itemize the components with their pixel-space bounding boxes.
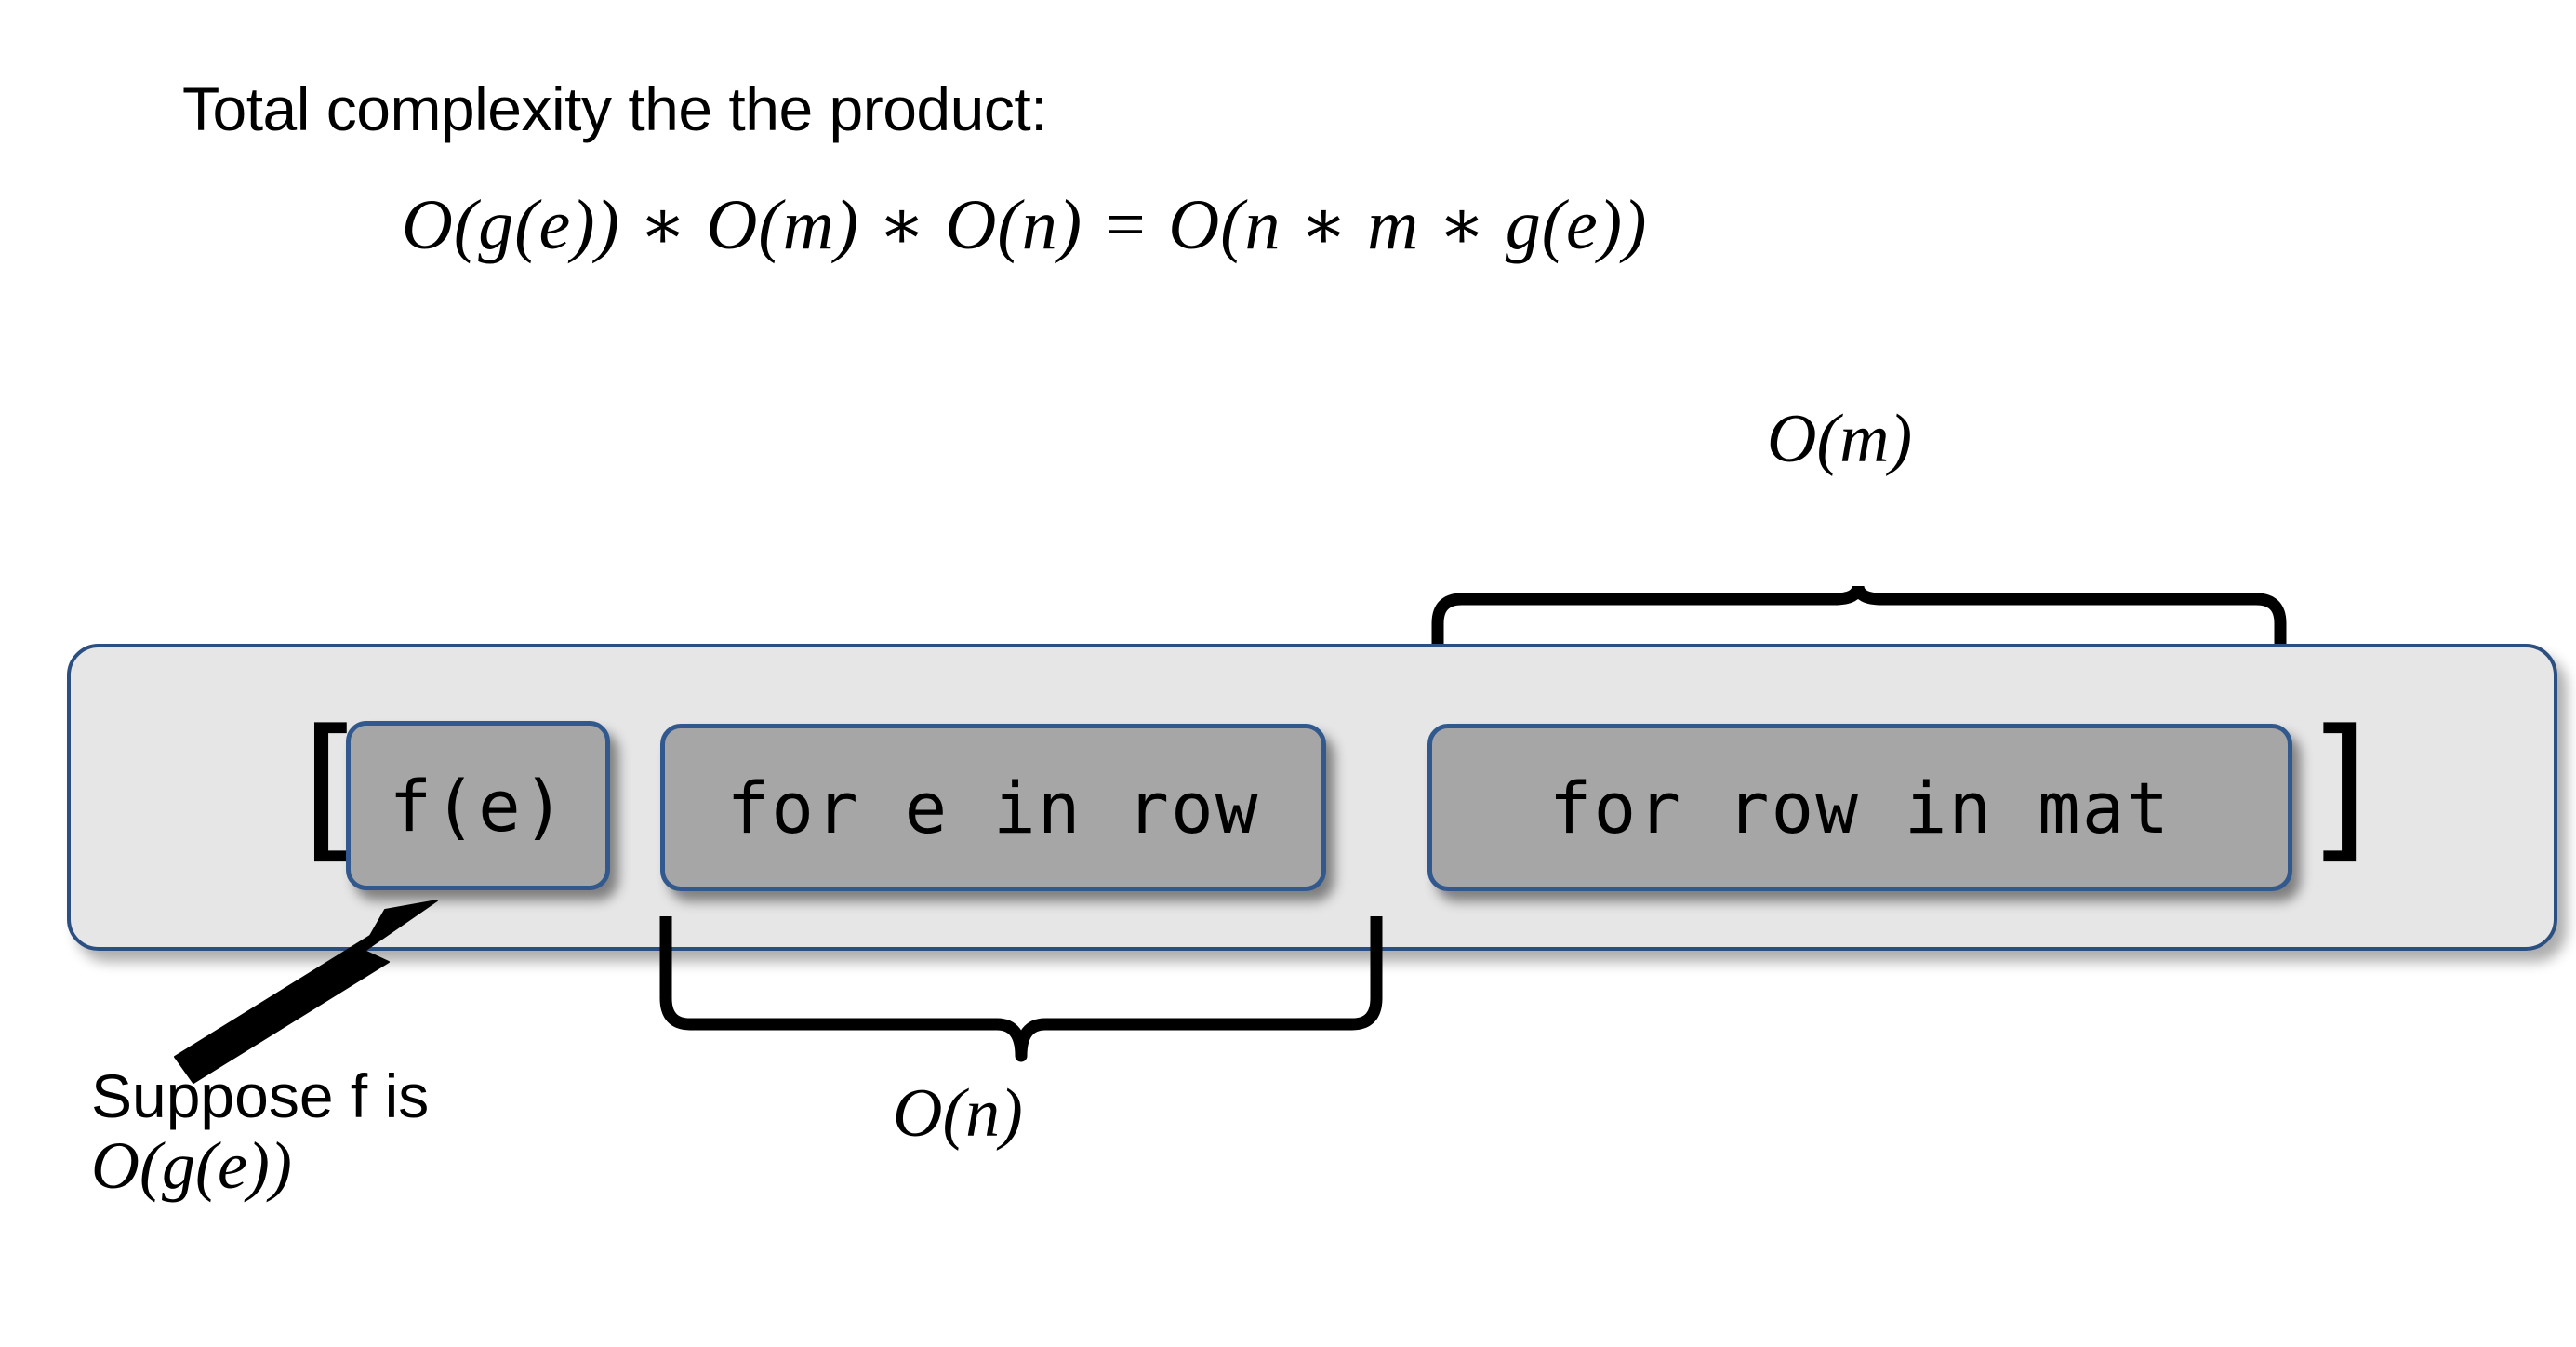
code-chip-inner-loop-text: for e in row (726, 766, 1260, 849)
code-chip-inner-loop[interactable]: for e in row (660, 724, 1326, 891)
brace-outer-loop-label: O(m) (1767, 401, 1913, 477)
caption-line-1: Suppose f is (91, 1061, 430, 1130)
caption-block: Suppose f is O(g(e)) (91, 1061, 742, 1204)
code-chip-outer-loop-text: for row in mat (1548, 766, 2171, 849)
caption-line-2: O(g(e)) (91, 1128, 292, 1204)
code-chip-call[interactable]: f(e) (346, 721, 610, 890)
brace-inner-loop-label: O(n) (893, 1075, 1023, 1152)
page-title: Total complexity the the product: (182, 74, 1048, 143)
list-bracket-close: ] (2297, 696, 2392, 878)
code-chip-outer-loop[interactable]: for row in mat (1427, 724, 2292, 891)
code-chip-call-text: f(e) (389, 764, 567, 847)
total-complexity-formula: O(g(e)) ∗ O(m) ∗ O(n) = O(n ∗ m ∗ g(e)) (402, 186, 1648, 264)
